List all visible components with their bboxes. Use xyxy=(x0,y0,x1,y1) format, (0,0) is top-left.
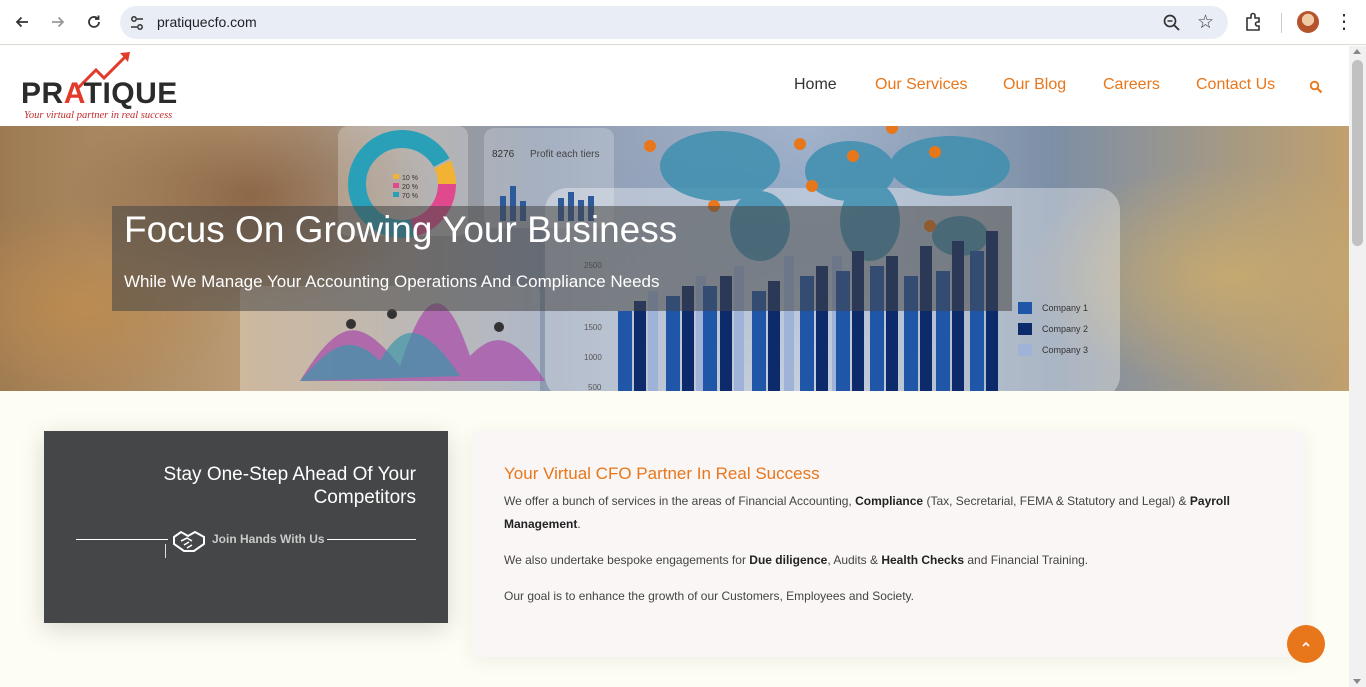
about-card: Your Virtual CFO Partner In Real Success… xyxy=(472,431,1305,657)
page-scrollbar[interactable] xyxy=(1349,46,1366,687)
axis-tick-500: 500 xyxy=(588,383,602,391)
nav-our-services[interactable]: Our Services xyxy=(875,76,967,94)
toolbar-divider xyxy=(1281,13,1282,33)
handshake-icon xyxy=(173,530,205,552)
company-legend-1: Company 1 xyxy=(1042,303,1088,313)
company-legend-2: Company 2 xyxy=(1042,324,1088,334)
divider-line-right xyxy=(327,539,416,540)
divider-line-left xyxy=(76,539,168,540)
logo-tagline: Your virtual partner in real success xyxy=(24,110,173,121)
join-hands-link[interactable]: Join Hands With Us xyxy=(212,532,325,546)
url-text[interactable]: pratiquecfo.com xyxy=(157,14,257,30)
bookmark-star-icon[interactable]: ☆ xyxy=(1197,11,1214,34)
browser-toolbar: pratiquecfo.com ☆ ⋮ xyxy=(0,0,1366,45)
pie-legend-1: 10 % xyxy=(402,175,418,182)
forward-arrow-icon[interactable] xyxy=(45,9,71,35)
about-paragraph-goal: Our goal is to enhance the growth of our… xyxy=(504,589,914,603)
hero-banner: 10 % 20 % 70 % 8276 Profit each tiers 25… xyxy=(0,126,1349,391)
nav-contact-us[interactable]: Contact Us xyxy=(1196,76,1275,94)
about-paragraph-services: We offer a bunch of services in the area… xyxy=(504,494,1230,531)
extensions-icon[interactable] xyxy=(1243,11,1265,33)
pie-legend-3: 70 % xyxy=(402,193,418,200)
nav-careers[interactable]: Careers xyxy=(1103,76,1160,94)
search-icon[interactable] xyxy=(1309,80,1323,94)
site-logo[interactable]: PRATIQUE Your virtual partner in real su… xyxy=(18,50,193,124)
cta-title: Stay One-Step Ahead Of Your Competitors xyxy=(163,464,416,508)
zoom-icon[interactable] xyxy=(1162,13,1182,33)
about-paragraph-engagements: We also undertake bespoke engagements fo… xyxy=(504,553,1089,567)
company-legend-3: Company 3 xyxy=(1042,345,1088,355)
nav-our-blog[interactable]: Our Blog xyxy=(1003,76,1066,94)
site-header: PRATIQUE Your virtual partner in real su… xyxy=(0,46,1349,126)
scroll-to-top-button[interactable] xyxy=(1287,625,1325,663)
nav-home[interactable]: Home xyxy=(794,76,837,94)
pie-legend-2: 20 % xyxy=(402,184,418,191)
scrollbar-thumb[interactable] xyxy=(1352,60,1363,246)
profit-value: 8276 xyxy=(492,149,515,160)
hero-title: Focus On Growing Your Business xyxy=(124,209,678,250)
site-settings-icon[interactable] xyxy=(128,14,146,32)
logo-wordmark: PRATIQUE xyxy=(21,77,178,110)
about-title: Your Virtual CFO Partner In Real Success xyxy=(504,464,820,483)
reload-icon[interactable] xyxy=(81,9,107,35)
more-menu-icon[interactable]: ⋮ xyxy=(1334,9,1354,35)
scroll-up-arrow-icon[interactable] xyxy=(1353,49,1361,54)
chevron-up-icon xyxy=(1302,641,1310,647)
divider-tick xyxy=(165,544,166,558)
axis-tick-1000: 1000 xyxy=(584,353,602,362)
address-bar[interactable]: pratiquecfo.com ☆ xyxy=(120,6,1228,39)
hero-subtitle: While We Manage Your Accounting Operatio… xyxy=(124,272,660,291)
scroll-down-arrow-icon[interactable] xyxy=(1353,679,1361,684)
cta-card: Stay One-Step Ahead Of Your Competitors … xyxy=(44,431,448,623)
profit-label: Profit each tiers xyxy=(530,149,599,160)
profile-avatar[interactable] xyxy=(1297,11,1319,33)
back-arrow-icon[interactable] xyxy=(9,9,35,35)
axis-tick-1500: 1500 xyxy=(584,323,602,332)
